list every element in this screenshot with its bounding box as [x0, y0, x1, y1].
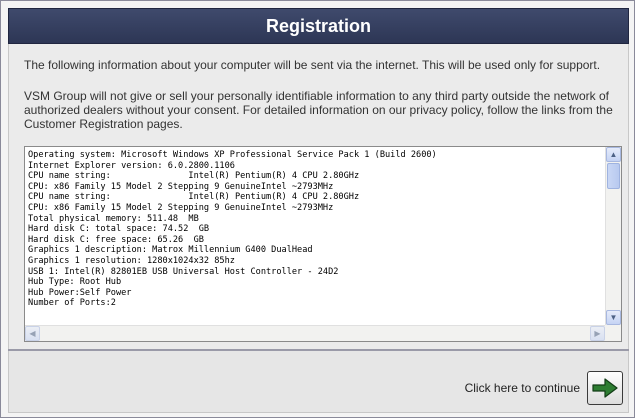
scroll-left-icon[interactable]: ◀ — [25, 326, 40, 341]
scroll-down-icon[interactable]: ▼ — [606, 310, 621, 325]
window-title: Registration — [265, 15, 371, 36]
vertical-scrollbar[interactable]: ▲ ▼ — [605, 147, 621, 325]
footer-panel: Click here to continue — [8, 351, 629, 413]
scroll-right-icon[interactable]: ▶ — [590, 326, 605, 341]
continue-button[interactable] — [587, 371, 623, 405]
continue-label: Click here to continue — [464, 381, 580, 395]
system-info-line: Hub Power:Self Power — [28, 287, 132, 298]
system-info-line: Total physical memory: 511.48 MB — [28, 213, 199, 224]
scroll-up-icon[interactable]: ▲ — [606, 147, 621, 162]
system-info-line: USB 1: Intel(R) 82801EB USB Universal Ho… — [28, 266, 339, 277]
system-info-line: Hard disk C: free space: 65.26 GB — [28, 234, 204, 245]
scrollbar-corner — [605, 325, 621, 341]
title-bar: Registration — [8, 8, 629, 44]
system-info-line: CPU name string: Intel(R) Pentium(R) 4 C… — [28, 171, 360, 182]
system-info-textbox[interactable]: Operating system: Microsoft Windows XP P… — [24, 146, 622, 342]
system-info-line: CPU: x86 Family 15 Model 2 Stepping 9 Ge… — [28, 202, 334, 213]
content-panel: The following information about your com… — [8, 44, 629, 349]
right-arrow-icon — [592, 378, 618, 398]
vertical-scroll-thumb[interactable] — [607, 163, 620, 189]
system-info-line: Graphics 1 description: Matrox Millenniu… — [28, 245, 313, 256]
horizontal-scrollbar[interactable]: ◀ ▶ — [25, 325, 605, 341]
system-info-line: Hard disk C: total space: 74.52 GB — [28, 224, 210, 235]
system-info-line: CPU name string: Intel(R) Pentium(R) 4 C… — [28, 192, 360, 203]
system-info-line: Number of Ports:2 — [28, 298, 116, 309]
system-info-line: Graphics 1 resolution: 1280x1024x32 85hz — [28, 255, 235, 266]
registration-window: Registration The following information a… — [0, 0, 635, 418]
system-info-lines: Operating system: Microsoft Windows XP P… — [25, 147, 605, 325]
intro-text: The following information about your com… — [24, 58, 601, 72]
system-info-line: CPU: x86 Family 15 Model 2 Stepping 9 Ge… — [28, 181, 334, 192]
privacy-text: VSM Group will not give or sell your per… — [24, 89, 613, 131]
system-info-line: Internet Explorer version: 6.0.2800.1106 — [28, 160, 235, 171]
system-info-line: Operating system: Microsoft Windows XP P… — [28, 150, 437, 160]
system-info-line: Hub Type: Root Hub — [28, 277, 122, 288]
